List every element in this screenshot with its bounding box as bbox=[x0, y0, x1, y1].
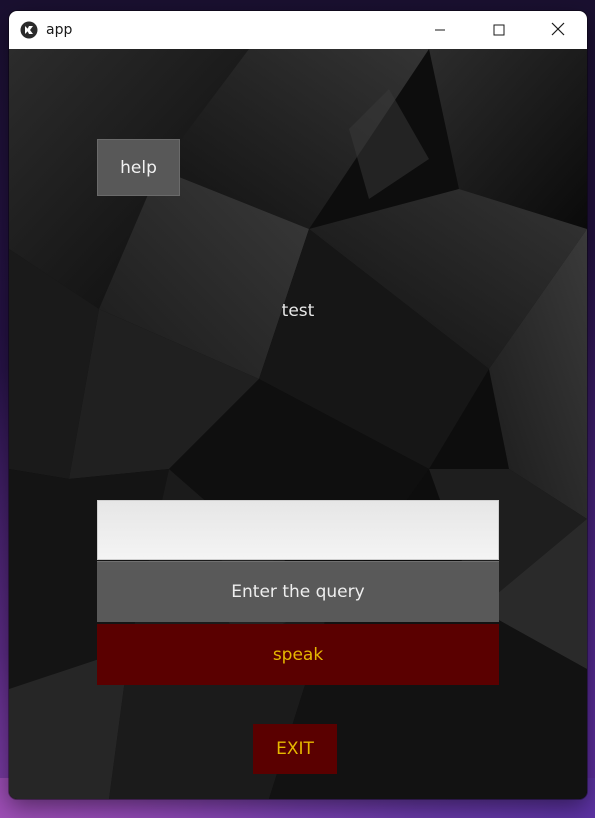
speak-button[interactable]: speak bbox=[97, 624, 499, 685]
enter-query-button[interactable]: Enter the query bbox=[97, 561, 499, 622]
minimize-icon bbox=[434, 21, 446, 40]
close-button[interactable] bbox=[528, 11, 587, 49]
title-bar[interactable]: app bbox=[9, 11, 587, 49]
maximize-button[interactable] bbox=[469, 11, 528, 49]
help-button[interactable]: help bbox=[97, 139, 180, 196]
close-icon bbox=[551, 21, 565, 40]
query-input[interactable] bbox=[97, 500, 499, 560]
maximize-icon bbox=[493, 21, 505, 40]
app-window: app help test Enter the query speak EXIT bbox=[9, 11, 587, 799]
minimize-button[interactable] bbox=[410, 11, 469, 49]
kivy-logo-icon bbox=[20, 21, 38, 39]
exit-button[interactable]: EXIT bbox=[253, 724, 337, 774]
window-controls bbox=[410, 11, 587, 49]
polygon-background-image bbox=[9, 49, 587, 799]
window-title: app bbox=[46, 22, 73, 38]
app-content: help test Enter the query speak EXIT bbox=[9, 49, 587, 799]
status-label: test bbox=[281, 301, 315, 321]
